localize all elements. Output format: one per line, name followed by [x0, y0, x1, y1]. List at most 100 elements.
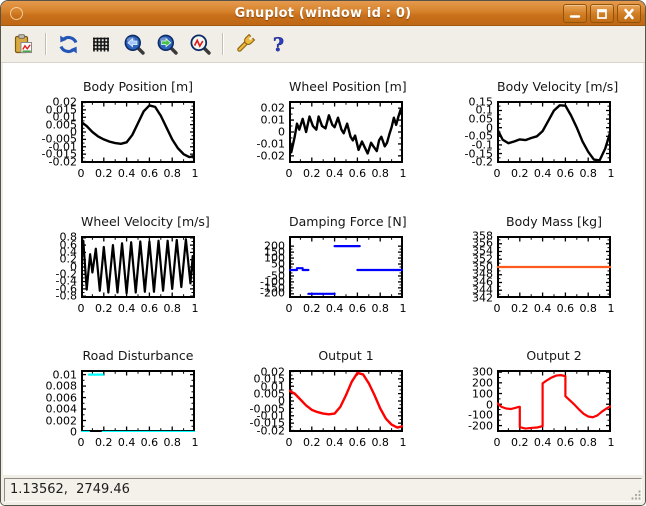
x-tick-label: 0: [77, 436, 85, 450]
x-tick-label: 0.6: [140, 167, 159, 180]
x-tick-label: 1: [399, 436, 407, 450]
zoom-previous-button[interactable]: [120, 30, 148, 58]
help-button[interactable]: ?: [264, 30, 292, 58]
subplot-body-velocity: Body Velocity [m/s] 0.15 0.1 0.05 0 -0.05 -0.1…: [429, 69, 637, 204]
toolbar-separator: [45, 33, 47, 55]
autoscale-zoom-icon: [190, 34, 211, 55]
x-tick-label: 0.8: [163, 167, 181, 180]
x-tick-label: 0.2: [95, 301, 113, 315]
y-tick-label: -0.2: [471, 155, 493, 169]
y-tick-label: -200: [260, 286, 285, 300]
chart-title: Damping Force [N]: [289, 213, 407, 229]
x-tick-label: 0: [493, 167, 501, 180]
x-tick-label: 1: [399, 301, 407, 315]
data-series: [81, 237, 195, 295]
data-series: [497, 104, 611, 162]
zoom-next-button[interactable]: [153, 30, 181, 58]
subplot-road-disturbance: Road Disturbance 0.01 0.008 0.006 0.004 0.002…: [13, 338, 221, 473]
svg-text:?: ?: [272, 34, 283, 56]
refresh-icon: [59, 35, 77, 53]
x-tick-label: 1: [191, 301, 199, 315]
x-axis-labels: 0 0.2 0.4 0.6 0.8 1: [493, 301, 615, 316]
chart-title: Body Velocity [m/s]: [497, 79, 619, 94]
y-axis-labels: 0.02 0.015 0.01 0.005 0 -0.005 -0.01 -0.015 -0.0…: [247, 366, 289, 436]
x-tick-label: 0: [77, 167, 85, 180]
chart-title: Wheel Velocity [m/s]: [81, 213, 210, 229]
x-tick-label: 0.4: [117, 167, 136, 180]
close-icon: [624, 8, 634, 19]
plot-box[interactable]: [497, 370, 611, 433]
grid-icon: [92, 37, 109, 51]
x-tick-label: 0.6: [348, 301, 367, 315]
x-tick-label: 0.6: [140, 436, 159, 450]
x-tick-label: 0.8: [371, 301, 389, 315]
y-axis-labels: 200 150 100 50 0 -50 -100 -150 -200: [247, 236, 289, 300]
x-tick-label: 0.6: [348, 167, 367, 180]
x-tick-label: 1: [607, 436, 615, 450]
x-tick-label: 0.2: [511, 167, 529, 180]
minimize-button[interactable]: [563, 4, 587, 23]
x-tick-label: 0: [493, 301, 501, 315]
plot-box[interactable]: [289, 101, 403, 163]
replot-button[interactable]: [54, 30, 82, 58]
maximize-icon: [597, 8, 607, 19]
data-series: [81, 104, 195, 159]
plot-area[interactable]: Body Position [m] 0.02 0.015 0.01 0.005 0 -0.0…: [3, 63, 643, 475]
toggle-grid-button[interactable]: [87, 30, 115, 58]
titlebar[interactable]: Gnuplot (window id : 0): [1, 1, 645, 26]
y-axis-labels: 300 200 100 0 -100 -200: [455, 367, 497, 432]
x-tick-label: 0.8: [163, 436, 181, 450]
y-tick-label: -0.02: [256, 424, 285, 438]
cursor-coordinates: 1.13562, 2749.46: [4, 477, 642, 502]
y-tick-label: 0.002: [45, 414, 78, 428]
autoscale-button[interactable]: [186, 30, 214, 58]
close-button[interactable]: [617, 4, 641, 23]
subplot-wheel-position: Wheel Position [m] 0.02 0.01 0 -0.01 -0.02 0 0.…: [221, 69, 429, 204]
chart-title: Body Mass [kg]: [506, 213, 602, 229]
y-axis-labels: 0.01 0.008 0.006 0.004 0.002 0: [39, 369, 81, 437]
x-tick-label: 0.4: [325, 436, 344, 450]
chart-title: Output 2: [526, 348, 582, 364]
x-tick-label: 0.4: [117, 436, 136, 450]
plot-box[interactable]: [81, 101, 195, 163]
subplot-wheel-velocity: Wheel Velocity [m/s] 0.8 0.6 0.4 0.2 0 -0.2 -0.…: [13, 204, 221, 339]
x-tick-label: 1: [191, 167, 199, 180]
window-title: Gnuplot (window id : 0): [234, 5, 412, 21]
x-tick-label: 0.8: [579, 436, 597, 450]
toolbar: ?: [1, 26, 645, 63]
minimize-icon: [569, 14, 581, 18]
settings-button[interactable]: [231, 30, 259, 58]
resize-grip[interactable]: [630, 489, 642, 501]
x-tick-label: 0.8: [371, 436, 389, 450]
x-tick-label: 0.2: [95, 167, 113, 180]
plot-box[interactable]: [81, 235, 195, 298]
subplot-damping-force: Damping Force [N] 200 150 100 50 0 -50 -100 -150…: [221, 204, 429, 339]
x-tick-label: 0.6: [556, 436, 575, 450]
x-axis-labels: 0 0.2 0.4 0.6 0.8 1: [77, 167, 199, 181]
y-axis-labels: 0.02 0.01 0 -0.01 -0.02: [247, 101, 289, 163]
y-axis-labels: 358 356 354 352 350 348 346 344 342: [455, 230, 497, 303]
x-tick-label: 0.2: [303, 167, 321, 180]
x-tick-label: 0: [285, 167, 293, 180]
subplot-body-position: Body Position [m] 0.02 0.015 0.01 0.005 0 -0.0…: [13, 69, 221, 204]
maximize-button[interactable]: [590, 4, 614, 23]
x-tick-label: 0.4: [533, 167, 552, 180]
chart-title: Road Disturbance: [82, 348, 194, 364]
y-tick-label: 342: [472, 291, 493, 305]
data-series: [497, 374, 611, 431]
x-tick-label: 0.6: [348, 436, 367, 450]
plot-box[interactable]: [289, 235, 403, 298]
copy-to-clipboard-button[interactable]: [9, 30, 37, 58]
x-tick-label: 1: [607, 167, 615, 180]
plot-box[interactable]: [497, 235, 611, 298]
y-tick-label: 0.008: [45, 379, 78, 393]
gnuplot-window: Gnuplot (window id : 0) ? Body Position …: [0, 0, 646, 506]
x-tick-label: 0.8: [579, 301, 597, 315]
chart-title: Wheel Position [m]: [289, 79, 407, 94]
plot-box[interactable]: [497, 101, 611, 163]
x-tick-label: 0.4: [325, 167, 344, 180]
wrench-icon: [236, 33, 255, 52]
plot-box[interactable]: [289, 370, 403, 433]
y-tick-label: 0.02: [260, 101, 286, 115]
plot-box[interactable]: [81, 370, 195, 433]
